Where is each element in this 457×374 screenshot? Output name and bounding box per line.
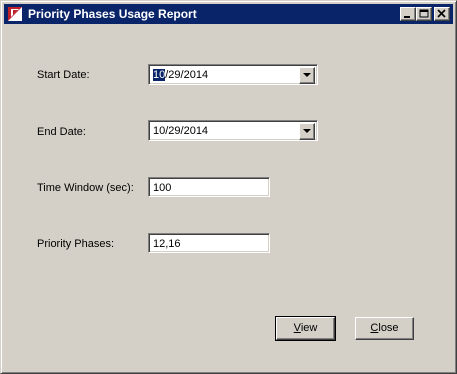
view-button[interactable]: View — [275, 316, 336, 341]
time-window-input[interactable]: 100 — [148, 177, 270, 197]
priority-phases-value: 12,16 — [153, 238, 181, 250]
close-button[interactable]: Close — [355, 317, 414, 340]
close-window-button[interactable] — [434, 7, 450, 21]
close-icon — [437, 9, 446, 18]
end-date-dropdown-button[interactable] — [299, 123, 315, 140]
priority-phases-label: Priority Phases: — [37, 238, 115, 250]
minimize-icon — [404, 16, 410, 18]
maximize-icon — [419, 9, 429, 18]
start-date-dropdown-button[interactable] — [299, 67, 315, 84]
report-app-icon[interactable] — [7, 6, 23, 22]
start-date-label: Start Date: — [37, 69, 90, 81]
window-title: Priority Phases Usage Report — [28, 7, 197, 21]
time-window-label: Time Window (sec): — [37, 182, 134, 194]
start-date-rest: /29/2014 — [165, 69, 209, 81]
close-button-label: lose — [378, 322, 399, 334]
view-button-label: iew — [300, 322, 318, 334]
end-date-label: End Date: — [37, 126, 86, 138]
view-button-mnemonic: V — [293, 322, 301, 334]
end-date-picker[interactable]: 10/29/2014 — [148, 120, 318, 141]
chevron-down-icon — [303, 73, 311, 77]
maximize-button[interactable] — [416, 7, 432, 21]
report-window: Priority Phases Usage Report Start Date:… — [0, 0, 457, 374]
chevron-down-icon — [303, 129, 311, 133]
priority-phases-input[interactable]: 12,16 — [148, 233, 270, 253]
end-date-value[interactable]: 10/29/2014 — [153, 124, 208, 138]
title-bar[interactable]: Priority Phases Usage Report — [4, 4, 453, 24]
start-date-value[interactable]: 10/29/2014 — [153, 68, 208, 82]
minimize-button[interactable] — [400, 7, 416, 21]
start-date-selected-part[interactable]: 10 — [153, 69, 166, 81]
start-date-picker[interactable]: 10/29/2014 — [148, 64, 318, 85]
time-window-value: 100 — [153, 182, 172, 194]
